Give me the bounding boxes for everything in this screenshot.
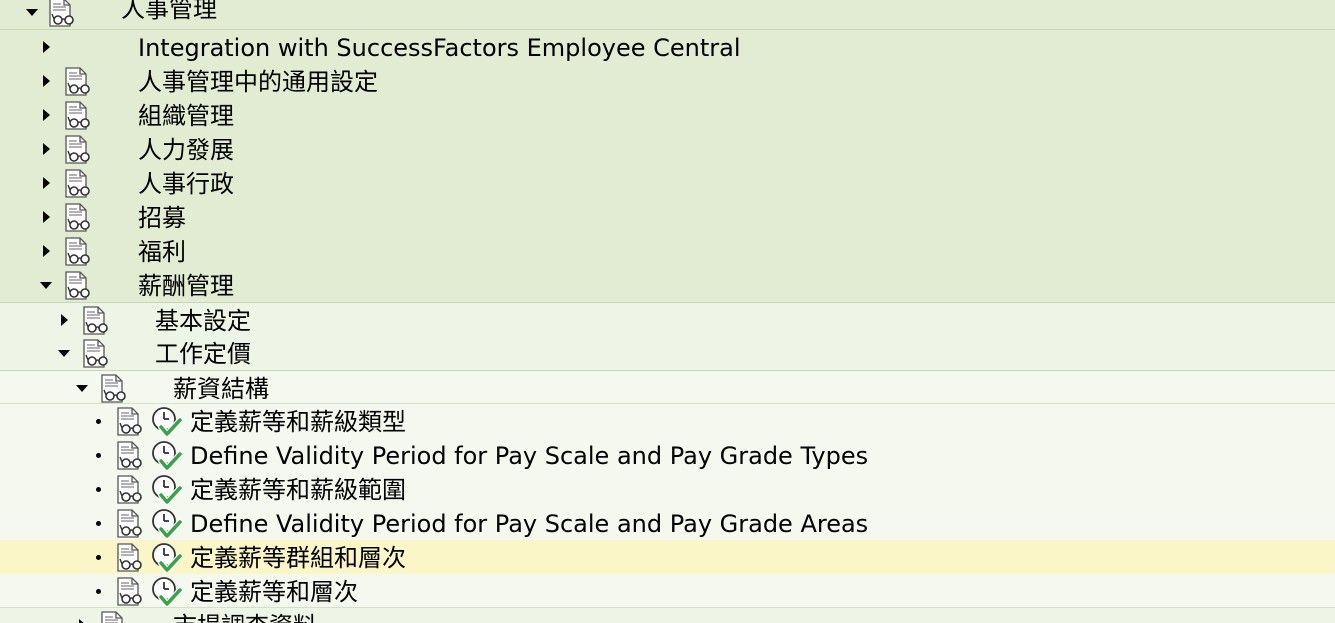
tree-leaf-label: 定義薪等和薪級類型 — [190, 408, 406, 436]
clock-check-icon[interactable] — [150, 508, 182, 540]
collapse-triangle-icon[interactable] — [76, 608, 90, 623]
tree-node-compensation[interactable]: 薪酬管理 — [0, 268, 1335, 302]
tree-leaf-validity-pay-scale-areas[interactable]: Define Validity Period for Pay Scale and… — [0, 506, 1335, 540]
collapse-triangle-icon[interactable] — [40, 132, 54, 166]
tree-leaf-define-pay-scale-areas[interactable]: 定義薪等和薪級範圍 — [0, 472, 1335, 506]
tree-node-org-management[interactable]: 組織管理 — [0, 98, 1335, 132]
document-glasses-icon[interactable] — [114, 543, 144, 573]
tree-node-general-settings[interactable]: 人事管理中的通用設定 — [0, 64, 1335, 98]
clock-check-icon[interactable] — [150, 576, 182, 608]
tree-leaf-validity-pay-scale-types[interactable]: Define Validity Period for Pay Scale and… — [0, 438, 1335, 472]
bullet-icon — [93, 404, 107, 438]
tree-node-job-pricing[interactable]: 工作定價 — [0, 336, 1335, 370]
document-glasses-icon — [62, 101, 92, 131]
document-glasses-icon — [98, 611, 128, 623]
document-glasses-icon — [62, 237, 92, 267]
clock-check-icon[interactable] — [150, 542, 182, 574]
tree-node-personnel-development[interactable]: 人力發展 — [0, 132, 1335, 166]
expand-triangle-icon[interactable] — [26, 0, 40, 29]
tree-leaf-label: 定義薪等群組和層次 — [190, 544, 406, 572]
tree-node-basic-settings[interactable]: 基本設定 — [0, 302, 1335, 336]
expand-triangle-icon[interactable] — [58, 336, 72, 370]
bullet-icon — [93, 574, 107, 608]
tree-node-label: 基本設定 — [155, 307, 251, 335]
tree-node-benefits[interactable]: 福利 — [0, 234, 1335, 268]
tree-node-label: 薪酬管理 — [138, 272, 234, 300]
collapse-triangle-icon[interactable] — [40, 200, 54, 234]
tree-node-pay-structure[interactable]: 薪資結構 — [0, 370, 1335, 404]
collapse-triangle-icon[interactable] — [58, 303, 72, 337]
document-glasses-icon[interactable] — [114, 577, 144, 607]
document-glasses-icon — [62, 271, 92, 301]
tree-node-label: 人事管理中的通用設定 — [138, 68, 378, 96]
tree-leaf-define-pay-scale-types[interactable]: 定義薪等和薪級類型 — [0, 404, 1335, 438]
clock-check-icon[interactable] — [150, 440, 182, 472]
tree-node-label: Integration with SuccessFactors Employee… — [138, 34, 741, 62]
bullet-icon — [93, 506, 107, 540]
document-glasses-icon[interactable] — [114, 475, 144, 505]
document-glasses-icon — [80, 339, 110, 369]
clock-check-icon[interactable] — [150, 474, 182, 506]
tree-node-label: 組織管理 — [138, 102, 234, 130]
tree-node-successfactors[interactable]: Integration with SuccessFactors Employee… — [0, 30, 1335, 64]
collapse-triangle-icon[interactable] — [40, 64, 54, 98]
expand-triangle-icon[interactable] — [76, 371, 90, 405]
tree-leaf-label: 定義薪等和層次 — [190, 578, 358, 606]
tree-node-label: 人力發展 — [138, 136, 234, 164]
tree-node-label: 福利 — [138, 238, 186, 266]
document-glasses-icon[interactable] — [114, 407, 144, 437]
bullet-icon — [93, 540, 107, 574]
document-glasses-icon[interactable] — [114, 509, 144, 539]
document-glasses-icon — [46, 0, 76, 28]
document-glasses-icon[interactable] — [114, 441, 144, 471]
document-glasses-icon — [80, 306, 110, 336]
tree-node-recruitment[interactable]: 招募 — [0, 200, 1335, 234]
tree-node-label: 人事管理 — [121, 0, 217, 23]
tree-view: 人事管理 Integration with SuccessFactors Emp… — [0, 0, 1335, 623]
document-glasses-icon — [62, 67, 92, 97]
tree-node-market-survey[interactable]: 市場調查資料 — [0, 608, 1335, 623]
tree-leaf-pay-scale-groups-levels[interactable]: 定義薪等群組和層次 — [0, 540, 1335, 574]
document-glasses-icon — [62, 169, 92, 199]
collapse-triangle-icon[interactable] — [40, 98, 54, 132]
document-glasses-icon — [62, 135, 92, 165]
bullet-icon — [93, 472, 107, 506]
tree-node-personnel-admin[interactable]: 人事行政 — [0, 166, 1335, 200]
clock-check-icon[interactable] — [150, 406, 182, 438]
tree-node-label: 人事行政 — [138, 170, 234, 198]
collapse-triangle-icon[interactable] — [40, 30, 54, 64]
tree-leaf-label: 定義薪等和薪級範圍 — [190, 476, 406, 504]
tree-leaf-label: Define Validity Period for Pay Scale and… — [190, 442, 869, 470]
tree-node-label: 工作定價 — [155, 340, 251, 368]
collapse-triangle-icon[interactable] — [40, 234, 54, 268]
collapse-triangle-icon[interactable] — [40, 166, 54, 200]
document-glasses-icon — [98, 374, 128, 404]
expand-triangle-icon[interactable] — [40, 268, 54, 302]
tree-node-label: 招募 — [138, 204, 186, 232]
tree-node-root[interactable]: 人事管理 — [0, 0, 1335, 30]
tree-node-label: 市場調查資料 — [173, 612, 317, 623]
tree-leaf-label: Define Validity Period for Pay Scale and… — [190, 510, 869, 538]
document-glasses-icon — [62, 203, 92, 233]
tree-node-label: 薪資結構 — [173, 375, 269, 403]
tree-leaf-pay-scale-levels[interactable]: 定義薪等和層次 — [0, 574, 1335, 608]
bullet-icon — [93, 438, 107, 472]
